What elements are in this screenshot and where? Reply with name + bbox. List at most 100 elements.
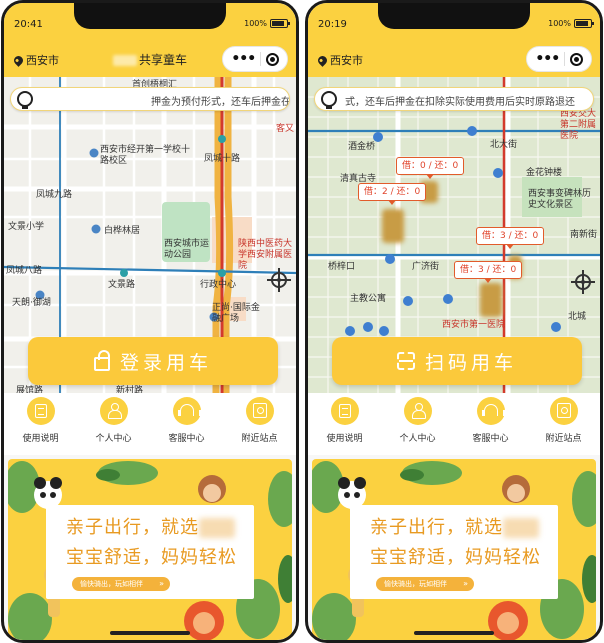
user-glyph [107, 403, 122, 419]
banner-headline-text: 亲子出行，就选 [66, 517, 199, 538]
map-label: 白桦林居 [104, 226, 141, 236]
status-time: 20:19 [318, 19, 347, 30]
banner-subheadline: 宝宝舒适，妈妈轻松 [370, 547, 541, 568]
notch [74, 3, 226, 29]
login-to-ride-button[interactable]: 登录用车 [28, 337, 278, 385]
menu-label: 使用说明 [326, 434, 363, 444]
menu-item-user-center[interactable]: 个人中心 [79, 397, 149, 444]
map-label: 南新街 [570, 230, 598, 240]
menu-label: 使用说明 [22, 434, 59, 444]
menu-item-customer-service[interactable]: 客服中心 [152, 397, 222, 444]
banner-subheadline: 宝宝舒适，妈妈轻松 [66, 547, 237, 568]
status-right: 100% [548, 19, 594, 28]
banner-cta-text: 愉快骑出，玩如相伴 [384, 580, 447, 588]
map-label: 文景小学 [8, 222, 45, 232]
banner-headline-text: 亲子出行，就选 [370, 517, 503, 538]
map-label: 行政中心 [200, 280, 237, 290]
map-label: 西安城市运动公园 [164, 239, 210, 260]
locate-me-button[interactable] [266, 267, 292, 293]
blurred-brand [199, 518, 235, 538]
capsule-divider [259, 52, 261, 66]
crosshair-dot [581, 280, 585, 284]
blurred-brand [503, 518, 539, 538]
main-button-label: 登录用车 [119, 351, 212, 374]
capsule-divider [563, 52, 565, 66]
map-label: 北大街 [490, 140, 518, 150]
map-label: 正尚·国际金融广场 [212, 303, 260, 324]
station-marker[interactable]: 借：0 / 还：0 [396, 157, 465, 179]
map-label: 主教公寓 [350, 294, 387, 304]
promo-banner[interactable]: 亲子出行，就选 宝宝舒适，妈妈轻松 愉快骑出，玩如相伴 » [8, 459, 292, 640]
locate-me-button[interactable] [570, 269, 596, 295]
user-icon [99, 397, 128, 425]
notice-bar: 押金为预付形式，还车后押金在扣除实际使用费用后实时原路退 [10, 87, 290, 111]
notice-text: 式，还车后押金在扣除实际使用费用后实时原路退还 [345, 97, 575, 108]
battery-icon [574, 19, 594, 28]
map-label: 天朗·御湖 [12, 298, 51, 308]
banner-cta[interactable]: 愉快骑出，玩如相伴 » [376, 577, 474, 591]
status-time: 20:41 [14, 19, 43, 30]
lightbulb-icon [321, 91, 337, 109]
screenshot-pair: 20:41 100% 西安市 共享童车 ••• 首创梧桐汇 西安市经开第一学校十… [0, 0, 604, 643]
user-icon [403, 397, 432, 425]
scan-icon [397, 352, 415, 370]
menu-item-nearby-stations[interactable]: 附近站点 [225, 397, 295, 444]
map-label: 文景路 [108, 280, 136, 290]
phone-right: 20:19 100% 西安市 ••• 西安交大第二附属医院 酒金桥 北大街 清真… [305, 0, 603, 643]
menu-item-nearby-stations[interactable]: 附近站点 [529, 397, 599, 444]
city-selector[interactable]: 西安市 [316, 52, 363, 68]
double-chevron-icon: » [463, 579, 468, 588]
map-label: 西安事变碑林历史文化景区 [528, 189, 592, 210]
double-chevron-icon: » [159, 579, 164, 588]
menu-label: 客服中心 [168, 434, 205, 444]
menu-label: 个人中心 [95, 434, 132, 444]
map-label: 凤城八路 [6, 266, 43, 276]
menu-item-user-center[interactable]: 个人中心 [383, 397, 453, 444]
menu-item-manual[interactable]: 使用说明 [6, 397, 76, 444]
banner-card: 亲子出行，就选 宝宝舒适，妈妈轻松 愉快骑出，玩如相伴 » [46, 505, 254, 599]
banner-headline: 亲子出行，就选 [370, 513, 539, 539]
nav-bar: 西安市 ••• [308, 43, 600, 77]
nearby-station-icon [549, 397, 578, 425]
station-marker[interactable]: 借：3 / 还：0 [454, 261, 523, 283]
status-right: 100% [244, 19, 290, 28]
promo-banner[interactable]: 亲子出行，就选 宝宝舒适，妈妈轻松 愉快骑出，玩如相伴 » [312, 459, 596, 640]
home-indicator [414, 631, 494, 635]
main-button-label: 扫码用车 [424, 351, 517, 374]
more-icon[interactable]: ••• [535, 52, 560, 66]
map-label: 西安市第一医院 [442, 320, 506, 330]
crosshair-dot [277, 278, 281, 282]
nearby-station-icon [245, 397, 274, 425]
menu-item-customer-service[interactable]: 客服中心 [456, 397, 526, 444]
battery-percent: 100% [548, 19, 571, 28]
map-label: 酒金桥 [348, 142, 376, 152]
map-label: 金花钟楼 [526, 168, 563, 178]
station-marker[interactable]: 借：3 / 还：0 [476, 227, 545, 249]
station-counts: 借：0 / 还：0 [402, 161, 459, 171]
headset-glyph [481, 404, 506, 416]
station-marker[interactable]: 借：2 / 还：0 [358, 183, 427, 205]
location-pin-icon [316, 53, 329, 67]
battery-icon [270, 19, 290, 28]
more-icon[interactable]: ••• [231, 52, 256, 66]
station-counts: 借：2 / 还：0 [364, 187, 421, 197]
phone-left: 20:41 100% 西安市 共享童车 ••• 首创梧桐汇 西安市经开第一学校十… [1, 0, 299, 643]
map-label: 桥梓口 [328, 262, 356, 272]
doc-glyph [338, 404, 351, 418]
banner-cta[interactable]: 愉快骑出，玩如相伴 » [72, 577, 170, 591]
station-counts: 借：3 / 还：0 [482, 231, 539, 241]
menu-label: 个人中心 [399, 434, 436, 444]
blurred-brand [112, 55, 137, 66]
map-label: 客又 [276, 124, 295, 134]
doc-glyph [34, 404, 47, 418]
map-label: 凤城九路 [36, 190, 73, 200]
menu-item-manual[interactable]: 使用说明 [310, 397, 380, 444]
banner-headline: 亲子出行，就选 [66, 513, 235, 539]
blurred-station-photo [480, 283, 502, 317]
scan-to-ride-button[interactable]: 扫码用车 [332, 337, 582, 385]
notice-text: 押金为预付形式，还车后押金在扣除实际使用费用后实时原路退 [151, 97, 290, 108]
map-label: 北城 [568, 312, 587, 322]
close-target-icon[interactable] [569, 52, 583, 66]
close-target-icon[interactable] [265, 52, 279, 66]
station-glyph [252, 403, 267, 418]
